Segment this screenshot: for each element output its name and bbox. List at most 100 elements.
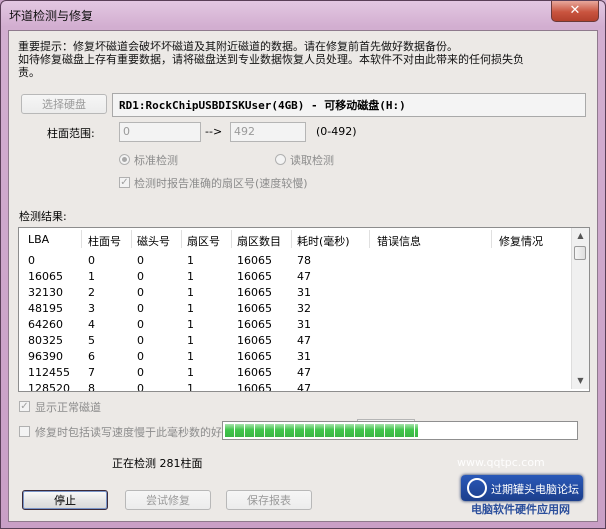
table-cell: 31 bbox=[297, 318, 311, 331]
report-sector-checkbox[interactable]: ✓ bbox=[119, 177, 130, 188]
notice-line-3: 责。 bbox=[18, 66, 40, 79]
col-header-error[interactable]: 错误信息 bbox=[377, 233, 421, 249]
results-scrollbar[interactable]: ▲ ▼ bbox=[571, 228, 589, 389]
table-cell: 47 bbox=[297, 366, 311, 379]
table-cell: 0 bbox=[137, 350, 144, 363]
table-cell: 64260 bbox=[28, 318, 63, 331]
save-report-button[interactable]: 保存报表 bbox=[226, 490, 312, 510]
col-header-cylinder[interactable]: 柱面号 bbox=[88, 233, 121, 249]
cylinder-to-input[interactable]: 492 bbox=[230, 122, 306, 142]
table-cell: 16065 bbox=[237, 366, 272, 379]
watermark-logo: 过期罐头电脑论坛 bbox=[461, 475, 583, 501]
table-cell: 1 bbox=[187, 366, 194, 379]
select-disk-button[interactable]: 选择硬盘 bbox=[21, 94, 107, 114]
standard-check-radio[interactable] bbox=[119, 154, 130, 165]
show-normal-label: 显示正常磁道 bbox=[35, 401, 101, 414]
table-cell: 1 bbox=[88, 270, 95, 283]
scroll-down-arrow-icon[interactable]: ▼ bbox=[572, 373, 589, 389]
table-cell: 48195 bbox=[28, 302, 63, 315]
progress-fill bbox=[225, 424, 418, 437]
warning-notice: 重要提示：修复坏磁道会破坏坏磁道及其附近磁道的数据。请在修复前首先做好数据备份。… bbox=[18, 40, 588, 79]
col-header-sector[interactable]: 扇区号 bbox=[187, 233, 220, 249]
watermark-subtitle: 电脑软件硬件应用网 bbox=[471, 503, 570, 516]
table-cell: 0 bbox=[137, 270, 144, 283]
table-cell: 47 bbox=[297, 382, 311, 392]
table-cell: 16065 bbox=[237, 350, 272, 363]
close-button[interactable]: ✕ bbox=[551, 1, 599, 22]
table-cell: 0 bbox=[88, 254, 95, 267]
table-row[interactable]: 16065 1 0 1 16065 47 bbox=[19, 270, 570, 286]
dialog-body: 重要提示：修复坏磁道会破坏坏磁道及其附近磁道的数据。请在修复前首先做好数据备份。… bbox=[8, 30, 598, 522]
table-cell: 1 bbox=[187, 318, 194, 331]
table-cell: 4 bbox=[88, 318, 95, 331]
table-cell: 16065 bbox=[237, 382, 272, 392]
table-cell: 3 bbox=[88, 302, 95, 315]
table-cell: 32130 bbox=[28, 286, 63, 299]
table-cell: 2 bbox=[88, 286, 95, 299]
table-cell: 16065 bbox=[237, 318, 272, 331]
stop-button[interactable]: 停止 bbox=[22, 490, 108, 510]
table-cell: 31 bbox=[297, 286, 311, 299]
table-cell: 0 bbox=[137, 254, 144, 267]
table-row[interactable]: 64260 4 0 1 16065 31 bbox=[19, 318, 570, 334]
table-cell: 1 bbox=[187, 350, 194, 363]
close-icon: ✕ bbox=[569, 3, 581, 18]
table-cell: 80325 bbox=[28, 334, 63, 347]
table-cell: 16065 bbox=[237, 254, 272, 267]
col-header-repair[interactable]: 修复情况 bbox=[499, 233, 543, 249]
col-header-sector-count[interactable]: 扇区数目 bbox=[237, 233, 281, 249]
table-cell: 0 bbox=[137, 302, 144, 315]
scroll-thumb[interactable] bbox=[574, 246, 586, 260]
col-header-time[interactable]: 耗时(毫秒) bbox=[297, 233, 350, 249]
read-check-radio[interactable] bbox=[275, 154, 286, 165]
table-cell: 8 bbox=[88, 382, 95, 392]
table-cell: 16065 bbox=[237, 334, 272, 347]
table-cell: 78 bbox=[297, 254, 311, 267]
col-header-head[interactable]: 磁头号 bbox=[137, 233, 170, 249]
table-cell: 0 bbox=[137, 334, 144, 347]
scroll-up-arrow-icon[interactable]: ▲ bbox=[572, 228, 589, 244]
table-cell: 16065 bbox=[237, 286, 272, 299]
table-cell: 1 bbox=[187, 302, 194, 315]
table-cell: 1 bbox=[187, 270, 194, 283]
table-cell: 1 bbox=[187, 286, 194, 299]
progress-bar bbox=[222, 421, 578, 440]
results-table[interactable]: LBA 柱面号 磁头号 扇区号 扇区数目 耗时(毫秒) 错误信息 修复情况 0 0… bbox=[18, 227, 590, 392]
table-cell: 1 bbox=[187, 382, 194, 392]
watermark-url: www.qqtpc.com bbox=[457, 456, 545, 469]
read-check-label: 读取检测 bbox=[290, 154, 334, 167]
table-row[interactable]: 0 0 0 1 16065 78 bbox=[19, 254, 570, 270]
table-cell: 47 bbox=[297, 270, 311, 283]
table-cell: 112455 bbox=[28, 366, 70, 379]
standard-check-label: 标准检测 bbox=[134, 154, 178, 167]
table-cell: 1 bbox=[187, 334, 194, 347]
status-text: 正在检测 281柱面 bbox=[112, 457, 203, 470]
table-row[interactable]: 96390 6 0 1 16065 31 bbox=[19, 350, 570, 366]
range-arrow: --> bbox=[205, 125, 223, 138]
table-cell: 16065 bbox=[28, 270, 63, 283]
table-cell: 32 bbox=[297, 302, 311, 315]
table-cell: 96390 bbox=[28, 350, 63, 363]
col-header-lba[interactable]: LBA bbox=[28, 233, 49, 246]
logo-text: 过期罐头电脑论坛 bbox=[491, 483, 579, 496]
table-row[interactable]: 32130 2 0 1 16065 31 bbox=[19, 286, 570, 302]
title-bar[interactable]: 坏道检测与修复 ✕ bbox=[1, 1, 605, 27]
table-cell: 6 bbox=[88, 350, 95, 363]
table-cell: 16065 bbox=[237, 302, 272, 315]
table-row[interactable]: 128520 8 0 1 16065 47 bbox=[19, 382, 570, 392]
selected-disk-display: RD1:RockChipUSBDISKUser(4GB) - 可移动磁盘(H:) bbox=[112, 93, 586, 117]
table-cell: 0 bbox=[137, 286, 144, 299]
show-normal-checkbox[interactable]: ✓ bbox=[19, 401, 30, 412]
table-row[interactable]: 48195 3 0 1 16065 32 bbox=[19, 302, 570, 318]
table-cell: 16065 bbox=[237, 270, 272, 283]
cylinder-range-hint: (0-492) bbox=[316, 125, 357, 138]
cylinder-from-input[interactable]: 0 bbox=[119, 122, 201, 142]
table-row[interactable]: 80325 5 0 1 16065 47 bbox=[19, 334, 570, 350]
slow-repair-checkbox[interactable] bbox=[19, 426, 30, 437]
notice-line-1: 重要提示：修复坏磁道会破坏坏磁道及其附近磁道的数据。请在修复前首先做好数据备份。 bbox=[18, 40, 458, 53]
table-cell: 0 bbox=[137, 318, 144, 331]
try-repair-button[interactable]: 尝试修复 bbox=[125, 490, 211, 510]
table-row[interactable]: 112455 7 0 1 16065 47 bbox=[19, 366, 570, 382]
table-cell: 47 bbox=[297, 334, 311, 347]
results-label: 检测结果: bbox=[19, 210, 67, 223]
